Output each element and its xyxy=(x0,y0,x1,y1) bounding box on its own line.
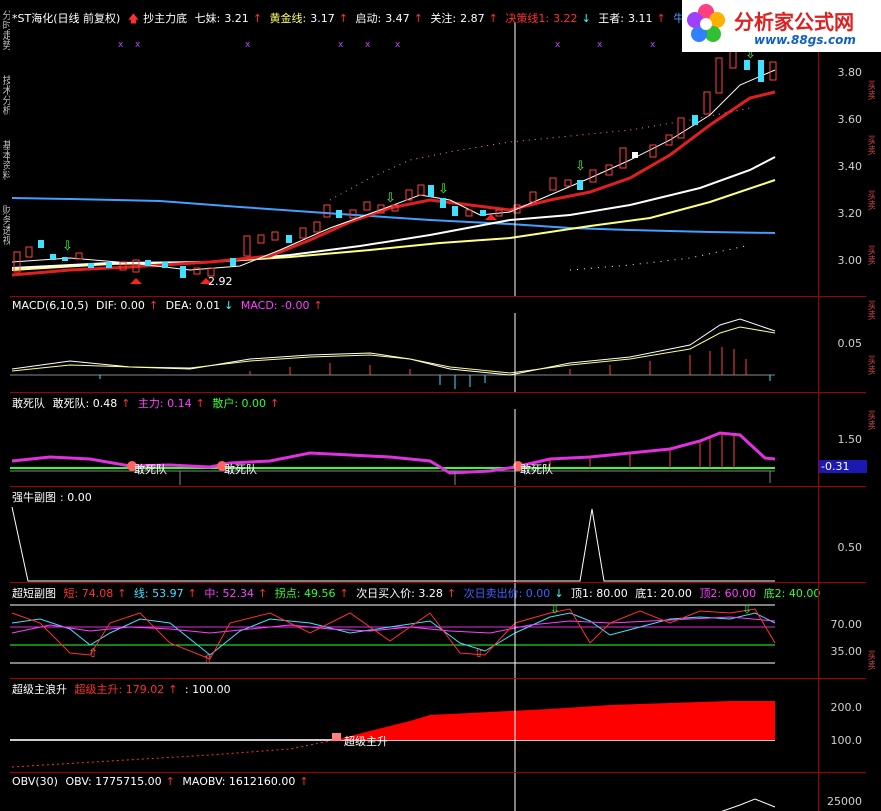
svg-text:x: x xyxy=(555,40,561,50)
dare-marker-label: 敢死队 xyxy=(134,463,167,476)
tab-technical[interactable]: 技术分析 xyxy=(0,75,10,135)
dare-legend: 敢死队 敢死队: 0.48 ↑ 主力: 0.14 ↑ 散户: 0.00 ↑ xyxy=(12,397,280,410)
svg-text:⇩: ⇩ xyxy=(438,182,449,197)
bull-panel[interactable]: 强牛副图: 0.00 xyxy=(10,486,818,583)
tab-intraday[interactable]: 分时走势 xyxy=(0,10,10,70)
red-up-triangle-icon xyxy=(130,278,142,284)
bull-chart xyxy=(11,487,775,583)
svg-text:⇩: ⇩ xyxy=(550,602,560,616)
svg-text:⇩: ⇩ xyxy=(575,159,586,174)
right-tab-trade[interactable]: 买卖 xyxy=(865,190,875,230)
obv-legend: OBV(30) OBV: 1775715.00 ↑ MAOBV: 1612160.… xyxy=(12,775,309,788)
dare-y-axis: 1.50 -0.31 xyxy=(818,392,867,487)
logo-title: 分析家公式网 xyxy=(734,10,854,34)
tab-financials[interactable]: 财务透视 xyxy=(0,205,10,265)
short-legend: 超短副图 短: 74.08 ↑ 线: 53.97 ↑ 中: 52.34 ↑ 拐点: 4… xyxy=(12,587,821,600)
right-tab-trade[interactable]: 买卖 xyxy=(865,80,875,120)
right-tab-trade[interactable]: 买卖 xyxy=(865,245,875,285)
svg-text:x: x xyxy=(338,40,344,50)
dare-marker-label: 敢死队 xyxy=(520,463,553,476)
macd-y-axis: 0.05 xyxy=(818,296,866,393)
dare-panel[interactable]: 敢死队 敢死队 敢死队 敢死队 敢死队: 0.48 ↑ 主力: 0.14 ↑ 散户:… xyxy=(10,392,818,487)
obv-panel[interactable]: OBV(30) OBV: 1775715.00 ↑ MAOBV: 1612160.… xyxy=(10,772,818,811)
bull-legend: 强牛副图: 0.00 xyxy=(12,491,92,504)
right-tab-trade[interactable]: 买卖 xyxy=(865,355,875,395)
svg-text:⇧: ⇧ xyxy=(88,646,98,660)
obv-y-axis: 25000 xyxy=(818,772,866,811)
price-legend: *ST海化(日线 前复权) 🡅 抄主力底 七妹: 3.21 ↑ 黄金线: 3.17 ↑ 启… xyxy=(12,12,695,25)
low-price-label: 2.92 xyxy=(208,275,233,288)
svg-text:x: x xyxy=(135,40,141,50)
wave-panel[interactable]: 超级主升 超级主浪升 超级主升: 179.02 ↑ : 100.00 xyxy=(10,678,818,773)
svg-text:x: x xyxy=(597,40,603,50)
svg-text:⇧: ⇧ xyxy=(474,646,484,660)
wave-marker-label: 超级主升 xyxy=(344,735,388,748)
qimei-line xyxy=(11,156,776,269)
stock-name: *ST海化(日线 前复权) xyxy=(12,12,121,25)
side-tab-bar: 分时走势 技术分析 基本资料 财务透视 xyxy=(0,0,10,811)
right-trade-bar: 买卖 买卖 买卖 买卖 买卖 买卖 买卖 买卖 xyxy=(865,0,881,811)
macd-legend: MACD(6,10,5) DIF: 0.00 ↑ DEA: 0.01 ↓ MACD:… xyxy=(12,299,323,312)
right-tab-trade[interactable]: 买卖 xyxy=(865,410,875,450)
red-up-arrow-icon: 🡅 xyxy=(127,12,140,25)
wave-legend: 超级主浪升 超级主升: 179.02 ↑ : 100.00 xyxy=(12,683,231,696)
dotted-line xyxy=(329,107,751,201)
current-value-box: -0.31 xyxy=(819,460,867,473)
logo-url: www.88gs.com xyxy=(754,33,856,47)
svg-text:x: x xyxy=(365,40,371,50)
candles xyxy=(13,49,777,278)
bull-y-axis: 0.50 xyxy=(818,486,866,583)
right-tab-trade[interactable]: 买卖 xyxy=(865,650,875,690)
tab-fundamentals[interactable]: 基本资料 xyxy=(0,140,10,200)
stock-chart-window: 分时走势 技术分析 基本资料 财务透视 买卖 买卖 买卖 买卖 买卖 买卖 买卖… xyxy=(0,0,881,811)
short-panel[interactable]: ⇧ ⇧ ⇧ ⇩ ⇩ 超短副图 短: 74.08 ↑ 线: 53.97 ↑ 中: 52… xyxy=(10,582,820,679)
svg-text:x: x xyxy=(245,40,251,50)
wave-marker-icon xyxy=(332,733,341,741)
svg-text:x: x xyxy=(118,40,124,50)
svg-text:x: x xyxy=(650,40,656,50)
green-down-arrow-icon: ⇩ xyxy=(62,239,73,254)
svg-text:⇩: ⇩ xyxy=(742,602,752,616)
svg-text:x: x xyxy=(395,40,401,50)
right-tab-trade[interactable]: 买卖 xyxy=(865,300,875,340)
macd-panel[interactable]: MACD(6,10,5) DIF: 0.00 ↑ DEA: 0.01 ↓ MACD:… xyxy=(10,296,818,393)
wave-y-axis: 200.0 100.0 xyxy=(818,678,866,773)
short-y-axis: 70.00 35.00 xyxy=(818,582,866,679)
site-logo: 分析家公式网 www.88gs.com xyxy=(682,0,881,52)
svg-text:⇧: ⇧ xyxy=(203,652,213,666)
dare-marker-label: 敢死队 xyxy=(224,463,257,476)
right-tab-trade[interactable]: 买卖 xyxy=(865,135,875,175)
svg-text:⇩: ⇩ xyxy=(385,191,396,206)
